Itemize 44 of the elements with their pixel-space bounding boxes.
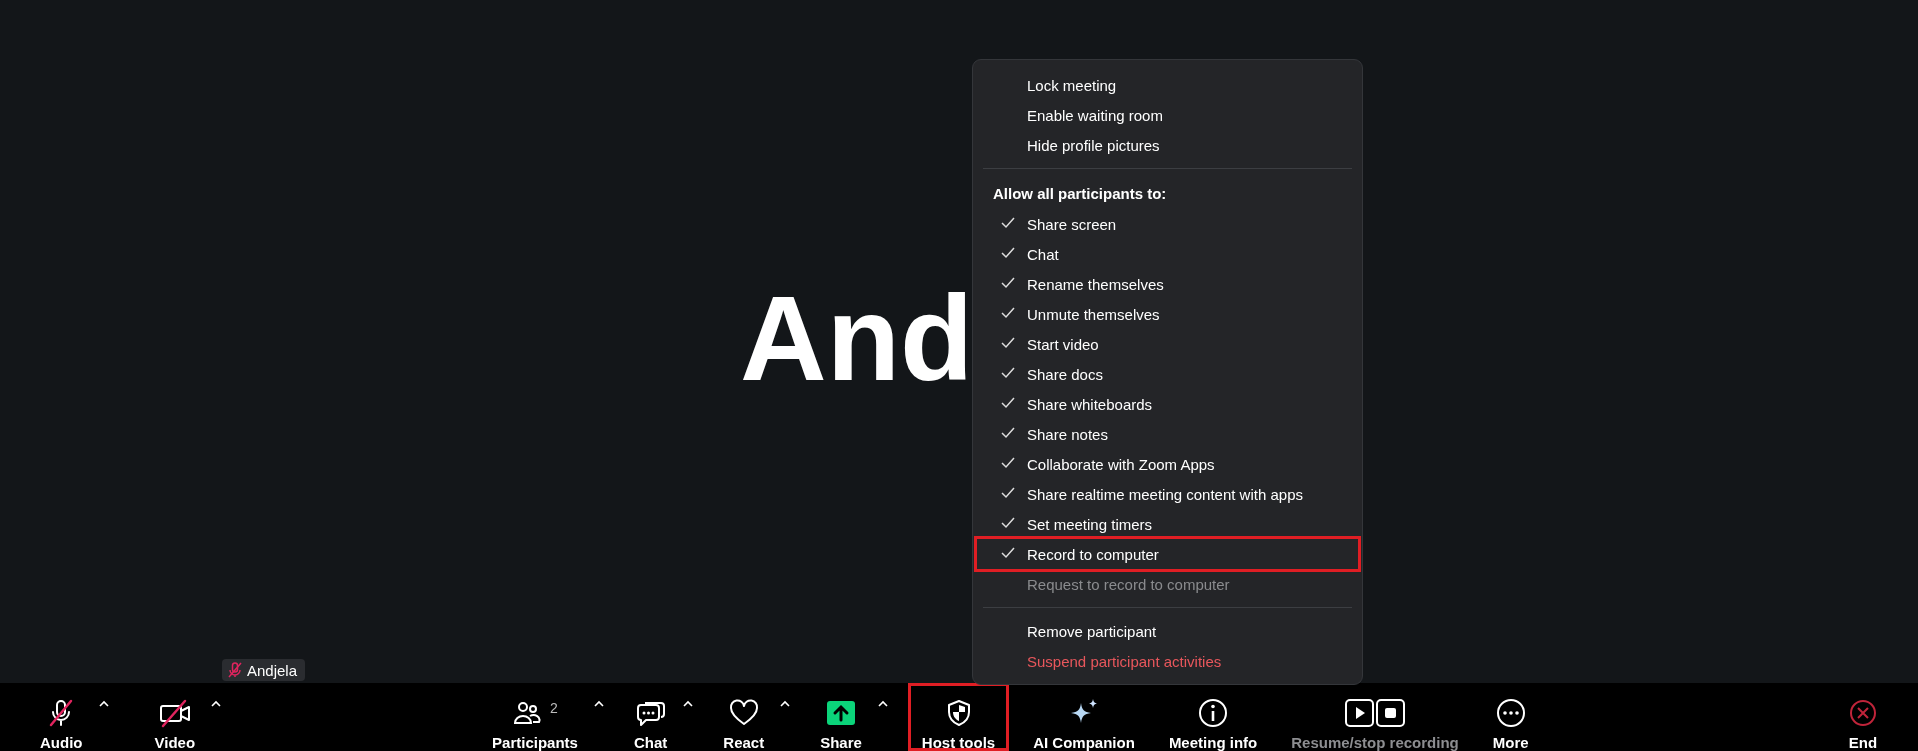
info-icon xyxy=(1197,697,1230,729)
toolbar-button[interactable]: AI Companion xyxy=(1023,683,1145,751)
more-icon xyxy=(1494,697,1527,729)
end-call-icon xyxy=(1848,698,1878,728)
participant-count: 2 xyxy=(550,700,558,716)
caret-icon xyxy=(211,699,222,707)
menu-item[interactable]: Record to computer xyxy=(977,539,1358,569)
toolbar-button[interactable]: Share xyxy=(810,683,872,751)
menu-item[interactable]: Start video xyxy=(977,329,1358,359)
toolbar-button[interactable]: More xyxy=(1482,683,1539,751)
toolbar-button[interactable]: React xyxy=(713,683,775,751)
menu-header: Allow all participants to: xyxy=(993,184,1167,202)
camera-off-icon xyxy=(157,698,192,728)
toolbar-button[interactable]: End xyxy=(1838,683,1888,751)
menu-item[interactable]: Lock meeting xyxy=(977,70,1358,100)
menu-item[interactable]: Share docs xyxy=(977,359,1358,389)
toolbar-button[interactable]: Host tools xyxy=(907,683,1010,751)
menu-item[interactable]: Collaborate with Zoom Apps xyxy=(977,449,1358,479)
toolbar-button[interactable]: Chat xyxy=(623,683,678,751)
toolbar-button[interactable]: 2 Participants xyxy=(482,683,588,751)
play-stop-icon xyxy=(1343,697,1406,729)
menu-item[interactable]: Share notes xyxy=(977,419,1358,449)
menu-item[interactable]: Chat xyxy=(977,239,1358,269)
menu-item[interactable]: Rename themselves xyxy=(977,269,1358,299)
menu-item[interactable]: Remove participant xyxy=(977,616,1358,646)
menu-item[interactable]: Enable waiting room xyxy=(977,100,1358,130)
menu-item[interactable]: Set meeting timers xyxy=(977,509,1358,539)
toolbar-button[interactable]: Audio xyxy=(30,683,93,751)
toolbar-button[interactable]: Video xyxy=(144,683,206,751)
caret-icon xyxy=(877,699,888,707)
toolbar-button[interactable]: Meeting info xyxy=(1158,683,1268,751)
participant-name: And xyxy=(740,270,974,407)
caret-icon xyxy=(98,699,109,707)
menu-item[interactable]: Suspend participant activities xyxy=(977,646,1358,676)
menu-item[interactable]: Share screen xyxy=(977,209,1358,239)
caret-icon xyxy=(593,699,604,707)
participant-label: Andjela xyxy=(247,661,298,679)
menu-item[interactable]: Share realtime meeting content with apps xyxy=(977,479,1358,509)
caret-icon xyxy=(683,699,694,707)
menu-item[interactable]: Share whiteboards xyxy=(977,389,1358,419)
menu-item[interactable]: Unmute themselves xyxy=(977,299,1358,329)
menu-item[interactable]: Hide profile pictures xyxy=(977,130,1358,160)
heart-icon xyxy=(727,698,760,728)
caret-icon xyxy=(780,699,791,707)
